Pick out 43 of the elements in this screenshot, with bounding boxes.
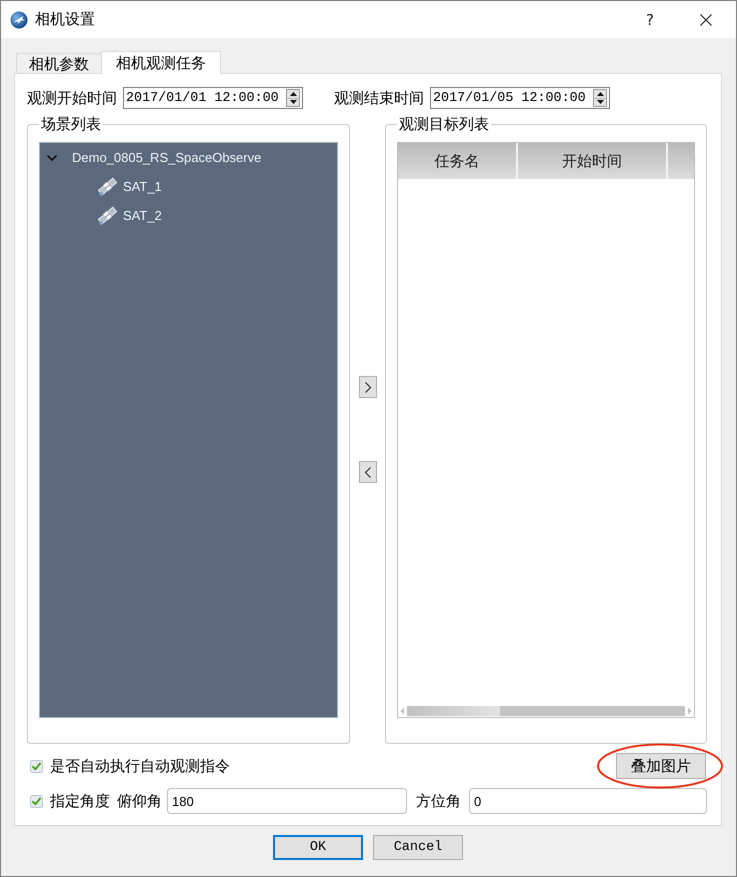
overlay-image-button[interactable]: 叠加图片 xyxy=(616,753,706,779)
chevron-right-icon xyxy=(364,382,370,392)
triangle-up-icon xyxy=(596,92,604,96)
help-button[interactable]: ? xyxy=(644,10,656,28)
datetime-field[interactable]: 2017/01/01 12:00:00 xyxy=(123,87,303,109)
column-header[interactable]: 开始时间 xyxy=(518,143,668,179)
group-title: 观测目标列表 xyxy=(398,116,490,133)
tab[interactable]: 相机参数 xyxy=(16,53,102,73)
time-label: 观测结束时间 xyxy=(334,88,424,108)
scrollbar-track[interactable] xyxy=(407,706,685,716)
tree-item[interactable]: SAT_1 xyxy=(123,179,162,194)
header-filler xyxy=(668,143,694,179)
satellite-icon xyxy=(97,205,118,226)
text-field[interactable]: 0 xyxy=(469,788,707,814)
dialog-button[interactable]: Cancel xyxy=(373,835,463,860)
column-header[interactable]: 任务名 xyxy=(398,143,518,179)
app-icon xyxy=(10,10,28,28)
close-icon[interactable] xyxy=(700,14,712,26)
time-label: 观测开始时间 xyxy=(27,88,117,108)
tree-item[interactable]: SAT_2 xyxy=(123,208,162,223)
move-left-button[interactable] xyxy=(358,461,376,483)
chevron-down-icon[interactable] xyxy=(47,154,57,160)
dialog-button[interactable]: OK xyxy=(273,835,363,860)
triangle-down-icon xyxy=(290,100,296,104)
window-title: 相机设置 xyxy=(35,10,95,29)
triangle-down-icon xyxy=(596,100,604,104)
checkbox[interactable] xyxy=(30,760,43,772)
tab[interactable]: 相机观测任务 xyxy=(101,51,221,74)
checkbox-label[interactable]: 指定角度 xyxy=(50,792,110,810)
spin-up-button[interactable] xyxy=(594,90,606,98)
spin-up-button[interactable] xyxy=(287,90,299,98)
satellite-icon xyxy=(97,176,118,197)
move-right-button[interactable] xyxy=(358,376,376,398)
field-label: 俯仰角 xyxy=(117,792,162,810)
triangle-up-icon xyxy=(290,92,296,96)
field-label: 方位角 xyxy=(416,792,461,810)
datetime-field[interactable]: 2017/01/05 12:00:00 xyxy=(430,87,610,109)
checkbox-label[interactable]: 是否自动执行自动观测指令 xyxy=(50,756,230,776)
chevron-left-icon xyxy=(364,466,370,478)
text-field[interactable]: 180 xyxy=(167,788,407,814)
checkbox[interactable] xyxy=(30,794,43,808)
tree-item[interactable]: Demo_0805_RS_SpaceObserve xyxy=(72,150,262,165)
group-title: 场景列表 xyxy=(40,116,102,133)
